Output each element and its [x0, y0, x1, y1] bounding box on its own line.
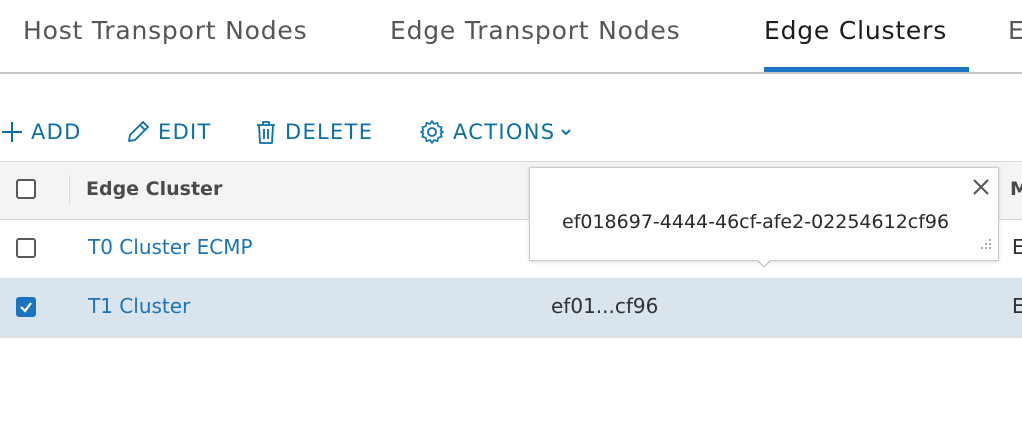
chevron-down-icon — [559, 125, 573, 139]
close-icon[interactable] — [972, 178, 990, 200]
trash-icon — [254, 119, 278, 145]
table-row[interactable]: T1 Cluster ef01...cf96 E — [0, 278, 1022, 338]
tab-overflow-partial[interactable]: E — [1008, 16, 1022, 72]
checkmark-icon — [20, 302, 32, 313]
actions-label: ACTIONS — [453, 120, 556, 144]
active-tab-underline — [764, 67, 969, 72]
row-checkbox[interactable] — [16, 238, 36, 258]
row-checkbox-checked[interactable] — [16, 297, 36, 317]
popover-full-id: ef018697-4444-46cf-afe2-02254612cf96 — [562, 211, 950, 233]
popover-arrow-fill — [755, 257, 773, 266]
column-header-partial[interactable]: M — [1010, 178, 1022, 200]
edge-cluster-id[interactable]: ef01...cf96 — [551, 294, 658, 318]
gear-icon — [418, 118, 446, 146]
add-label: ADD — [31, 120, 82, 144]
edit-label: EDIT — [158, 120, 212, 144]
edge-cluster-link[interactable]: T1 Cluster — [88, 294, 190, 318]
plus-icon — [0, 120, 24, 144]
tab-host-transport-nodes[interactable]: Host Transport Nodes — [23, 16, 307, 72]
id-popover: ef018697-4444-46cf-afe2-02254612cf96 — [529, 167, 999, 261]
tab-bar: Host Transport Nodes Edge Transport Node… — [0, 0, 1022, 74]
delete-label: DELETE — [285, 120, 374, 144]
column-header-edge-cluster[interactable]: Edge Cluster — [86, 178, 222, 200]
tab-edge-transport-nodes[interactable]: Edge Transport Nodes — [390, 16, 680, 72]
page: Host Transport Nodes Edge Transport Node… — [0, 0, 1022, 424]
edit-button[interactable]: EDIT — [125, 112, 212, 152]
row-partial-cell: E — [1012, 235, 1022, 259]
edge-cluster-link[interactable]: T0 Cluster ECMP — [88, 235, 253, 259]
resize-grip-icon[interactable] — [980, 235, 992, 254]
actions-button[interactable]: ACTIONS — [418, 112, 573, 152]
add-button[interactable]: ADD — [0, 112, 82, 152]
tab-edge-clusters[interactable]: Edge Clusters — [764, 16, 947, 72]
column-separator — [69, 175, 70, 205]
delete-button[interactable]: DELETE — [254, 112, 373, 152]
pencil-icon — [125, 119, 151, 145]
row-partial-cell: E — [1012, 294, 1022, 318]
select-all-checkbox[interactable] — [16, 179, 36, 199]
